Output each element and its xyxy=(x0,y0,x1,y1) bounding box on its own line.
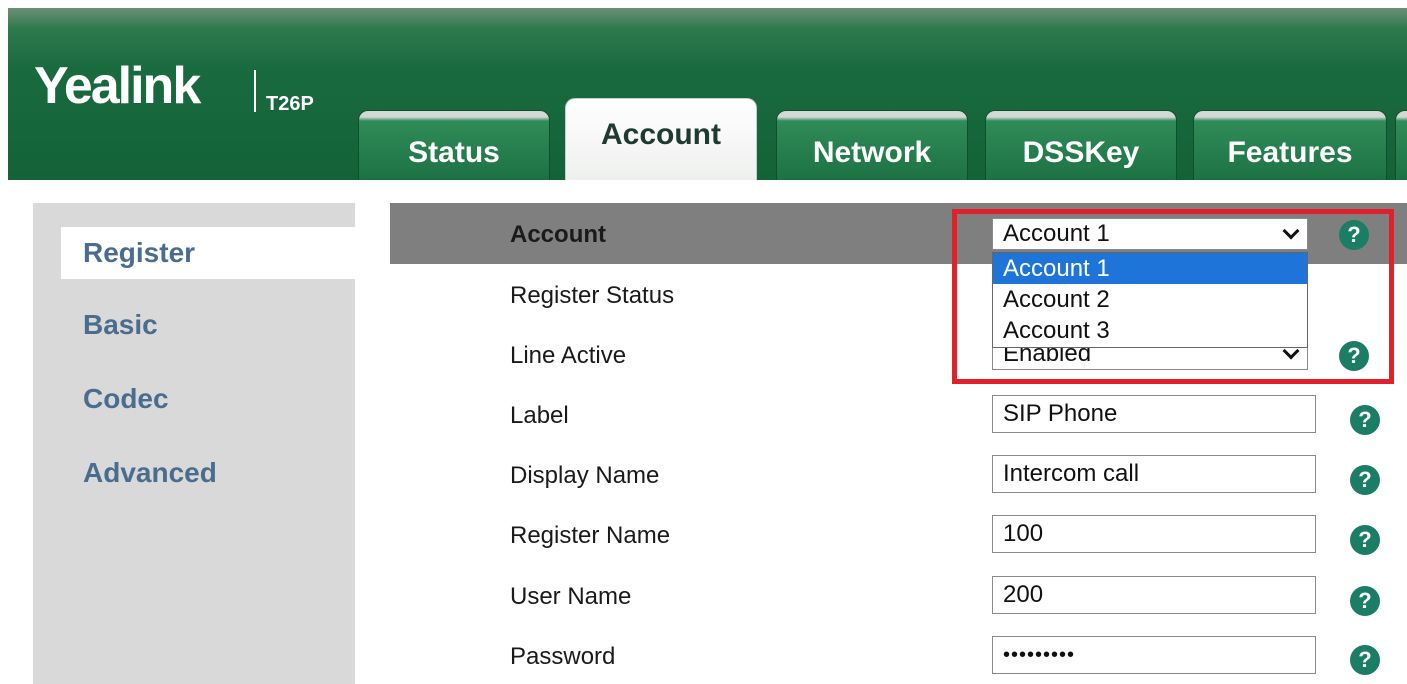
tab-overflow[interactable] xyxy=(1395,110,1407,180)
register-name-input[interactable]: 100 xyxy=(992,515,1316,553)
tab-network[interactable]: Network xyxy=(776,110,968,180)
account-dropdown-list: Account 1 Account 2 Account 3 xyxy=(992,252,1308,348)
model-label: T26P xyxy=(266,93,314,115)
label-input[interactable]: SIP Phone xyxy=(992,395,1316,433)
help-icon[interactable]: ? xyxy=(1339,341,1369,371)
account-option-3[interactable]: Account 3 xyxy=(993,315,1307,346)
sidebar-item-basic[interactable]: Basic xyxy=(33,301,355,349)
sidebar: Register Basic Codec Advanced xyxy=(33,203,355,684)
user-name-input[interactable]: 200 xyxy=(992,576,1316,614)
sidebar-item-codec[interactable]: Codec xyxy=(33,375,355,423)
register-name-label: Register Name xyxy=(510,522,671,549)
help-icon[interactable]: ? xyxy=(1339,220,1369,250)
account-select[interactable]: Account 1 xyxy=(992,218,1308,250)
help-icon[interactable]: ? xyxy=(1350,405,1380,435)
help-icon[interactable]: ? xyxy=(1350,586,1380,616)
account-option-1[interactable]: Account 1 xyxy=(993,253,1307,284)
user-name-label: User Name xyxy=(510,583,632,610)
help-icon[interactable]: ? xyxy=(1350,645,1380,675)
password-input[interactable]: ••••••••• xyxy=(992,636,1316,674)
password-label: Password xyxy=(510,643,616,670)
tab-features[interactable]: Features xyxy=(1193,110,1387,180)
chevron-down-icon xyxy=(1282,222,1300,240)
tab-status[interactable]: Status xyxy=(358,110,550,180)
help-icon[interactable]: ? xyxy=(1350,525,1380,555)
display-name-input[interactable]: Intercom call xyxy=(992,455,1316,493)
yealink-logo: Yealink xyxy=(34,57,201,115)
sidebar-item-register[interactable]: Register xyxy=(61,227,355,279)
label-field-label: Label xyxy=(510,402,569,429)
display-name-label: Display Name xyxy=(510,462,660,489)
help-icon[interactable]: ? xyxy=(1350,465,1380,495)
account-label: Account xyxy=(510,221,606,248)
sidebar-item-advanced[interactable]: Advanced xyxy=(33,449,355,497)
tab-account[interactable]: Account xyxy=(565,98,757,180)
account-option-2[interactable]: Account 2 xyxy=(993,284,1307,315)
register-status-label: Register Status xyxy=(510,282,675,309)
tab-dsskey[interactable]: DSSKey xyxy=(985,110,1177,180)
line-active-label: Line Active xyxy=(510,342,627,369)
account-select-value: Account 1 xyxy=(1003,220,1110,247)
logo-divider xyxy=(254,70,256,112)
